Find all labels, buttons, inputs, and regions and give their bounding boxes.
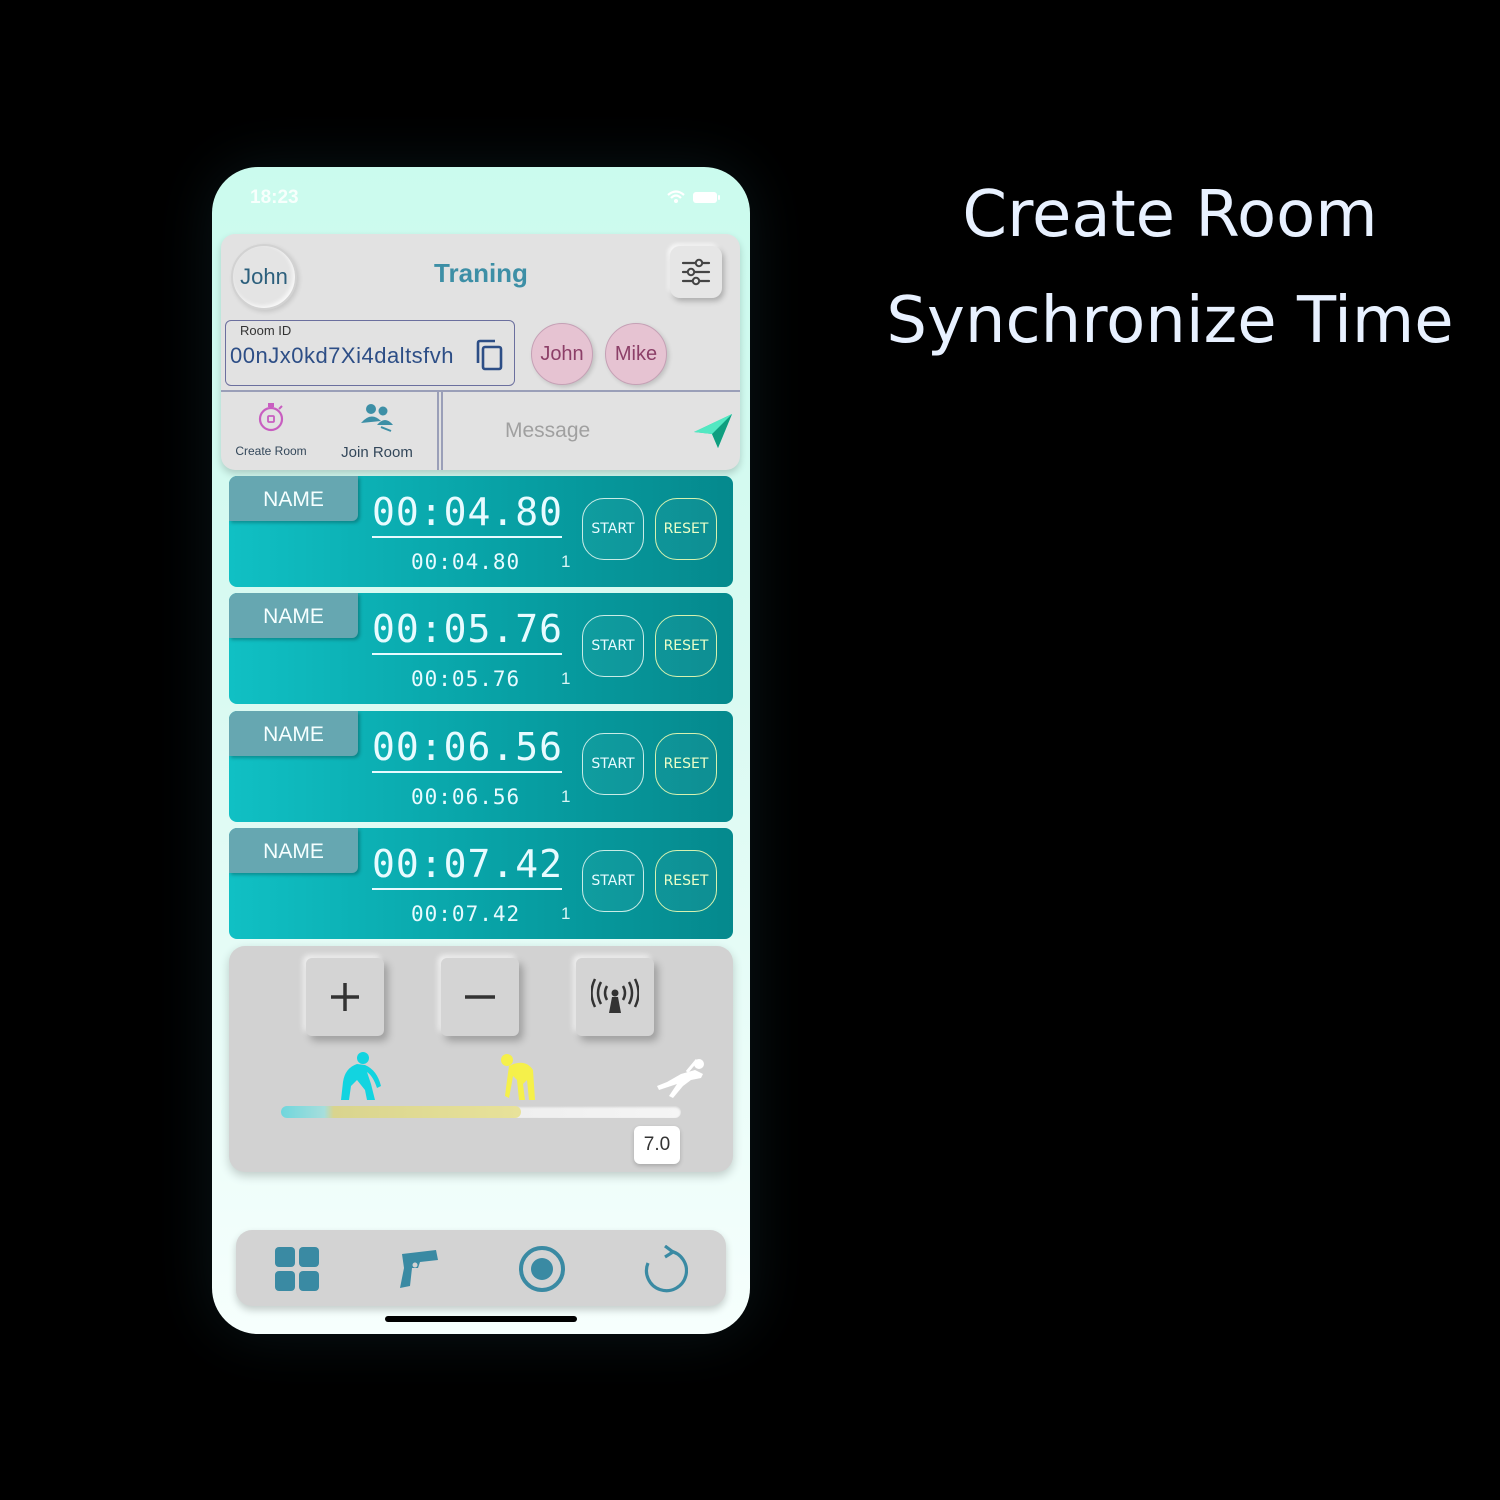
sliders-icon: [681, 258, 711, 286]
timer-main-display: 00:07.42: [372, 842, 562, 890]
nav-starter[interactable]: [394, 1244, 444, 1294]
tab-join-room-label: Join Room: [341, 444, 413, 461]
room-id-label: Room ID: [240, 323, 292, 338]
broadcast-icon: [591, 978, 639, 1013]
home-indicator: [385, 1316, 577, 1322]
timer-main-display: 00:06.56: [372, 725, 562, 773]
page-title: Traning: [434, 258, 528, 288]
caption-line-2: Synchronize Time: [886, 284, 1454, 358]
control-panel: 7.0: [229, 946, 733, 1172]
send-icon[interactable]: [692, 410, 734, 452]
tab-join-room[interactable]: Join Room: [327, 401, 427, 461]
stopwatch-icon: [258, 403, 284, 432]
nav-dashboard[interactable]: [272, 1244, 322, 1294]
wifi-battery-icon: [667, 190, 720, 203]
timer-main-display: 00:04.80: [372, 490, 562, 538]
room-tabs: Create Room Join Room: [221, 391, 439, 470]
reset-button[interactable]: RESET: [655, 615, 717, 677]
broadcast-button[interactable]: [576, 958, 654, 1036]
status-time: 18:23: [250, 187, 299, 208]
tab-create-room[interactable]: Create Room: [221, 401, 321, 458]
status-icons: [662, 189, 722, 210]
slider-value[interactable]: 7.0: [634, 1126, 680, 1164]
start-button[interactable]: START: [582, 850, 644, 912]
timer-card: NAME 00:04.80 00:04.80 1 START RESET: [229, 476, 733, 587]
member-avatar-2[interactable]: Mike: [605, 323, 667, 385]
start-button[interactable]: START: [582, 615, 644, 677]
runner-name[interactable]: NAME: [229, 828, 358, 873]
settings-button[interactable]: [670, 246, 722, 298]
start-button[interactable]: START: [582, 498, 644, 560]
timer-sub-display: 00:04.80: [411, 550, 521, 574]
runner-set-icon: [501, 1054, 535, 1100]
record-icon: [519, 1246, 565, 1292]
starter-pistol-icon: [400, 1250, 438, 1288]
room-id-value: 00nJx0kd7Xi4daltsfvh: [230, 343, 455, 368]
join-people-icon: [361, 404, 393, 432]
reset-button[interactable]: RESET: [655, 850, 717, 912]
timer-lap-count: 1: [561, 669, 571, 688]
timer-card: NAME 00:05.76 00:05.76 1 START RESET: [229, 593, 733, 704]
timer-main-display: 00:05.76: [372, 607, 562, 655]
timer-lap-count: 1: [561, 904, 571, 923]
start-button[interactable]: START: [582, 733, 644, 795]
reset-button[interactable]: RESET: [655, 733, 717, 795]
avatar[interactable]: John: [231, 244, 297, 310]
timer-sub-display: 00:07.42: [411, 902, 521, 926]
timer-lap-count: 1: [561, 787, 571, 806]
add-button[interactable]: [306, 958, 384, 1036]
member-avatar-1[interactable]: John: [531, 323, 593, 385]
tab-create-room-label: Create Room: [235, 444, 307, 458]
nav-record[interactable]: [517, 1244, 567, 1294]
message-box: [441, 392, 742, 470]
status-bar: 18:23: [212, 167, 750, 227]
refresh-icon: [644, 1245, 688, 1293]
timer-sub-display: 00:06.56: [411, 785, 521, 809]
runner-name[interactable]: NAME: [229, 711, 358, 756]
phone-screen: 18:23 John Traning Room ID 00nJx0kd7Xi4d…: [212, 167, 750, 1334]
bottom-nav: [236, 1230, 726, 1306]
runner-ready-icon: [341, 1052, 381, 1100]
nav-refresh[interactable]: [639, 1244, 689, 1294]
timer-card: NAME 00:07.42 00:07.42 1 START RESET: [229, 828, 733, 939]
slider-fill: [281, 1106, 521, 1118]
runner-name[interactable]: NAME: [229, 476, 358, 521]
plus-icon: [331, 983, 359, 1011]
timer-card: NAME 00:06.56 00:06.56 1 START RESET: [229, 711, 733, 822]
grid-icon: [275, 1247, 319, 1291]
timer-lap-count: 1: [561, 552, 571, 571]
runner-name[interactable]: NAME: [229, 593, 358, 638]
room-id-field[interactable]: Room ID 00nJx0kd7Xi4daltsfvh: [225, 320, 515, 386]
message-input[interactable]: [503, 418, 677, 444]
reset-button[interactable]: RESET: [655, 498, 717, 560]
runner-go-icon: [657, 1059, 704, 1098]
minus-icon: [465, 995, 495, 999]
room-card: John Traning Room ID 00nJx0kd7Xi4daltsfv…: [221, 234, 740, 470]
copy-icon[interactable]: [474, 339, 504, 371]
remove-button[interactable]: [441, 958, 519, 1036]
caption-line-1: Create Room: [962, 178, 1378, 252]
timer-sub-display: 00:05.76: [411, 667, 521, 691]
